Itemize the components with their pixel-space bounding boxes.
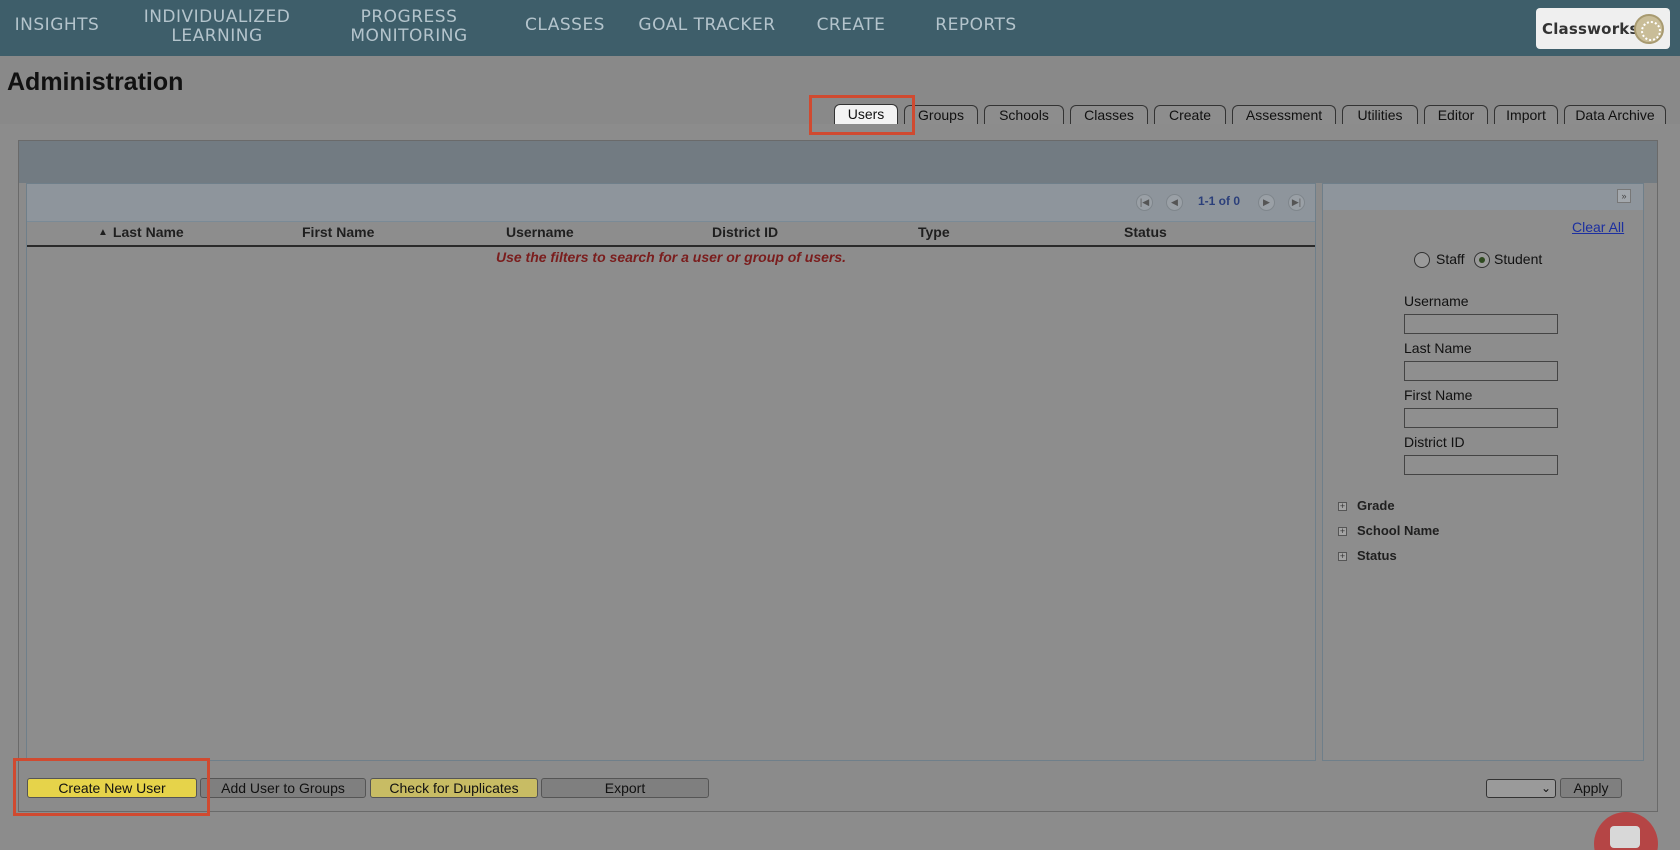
tab-import[interactable]: Import: [1494, 105, 1558, 125]
first-name-filter-input[interactable]: [1404, 408, 1558, 428]
tab-editor-label: Editor: [1437, 107, 1475, 123]
nav-insights-label: INSIGHTS: [14, 15, 100, 35]
clear-all-link[interactable]: Clear All: [1572, 219, 1624, 235]
column-status[interactable]: Status: [1124, 224, 1167, 240]
column-username[interactable]: Username: [506, 224, 574, 240]
first-page-icon[interactable]: |◀: [1136, 194, 1153, 211]
tab-classes[interactable]: Classes: [1070, 105, 1148, 125]
tab-classes-label: Classes: [1084, 107, 1134, 123]
create-user-highlight: [13, 758, 210, 816]
tab-assessment-label: Assessment: [1245, 107, 1323, 123]
district-id-filter-input[interactable]: [1404, 455, 1558, 475]
staff-radio-label: Staff: [1436, 251, 1465, 267]
brand-name: Classworks: [1542, 19, 1639, 38]
pager-text: 1-1 of 0: [1198, 194, 1241, 208]
column-first-name[interactable]: First Name: [302, 224, 374, 240]
tab-import-label: Import: [1506, 107, 1546, 123]
nav-insights[interactable]: INSIGHTS: [14, 16, 100, 35]
tab-assessment[interactable]: Assessment: [1232, 105, 1336, 125]
collapse-panel-icon[interactable]: »: [1617, 189, 1631, 203]
district-id-filter-label: District ID: [1404, 434, 1465, 450]
column-last-name-label: Last Name: [112, 224, 184, 240]
users-tab-highlight: [809, 95, 915, 135]
brand-button[interactable]: Classworks: [1536, 8, 1670, 49]
tab-create-label: Create: [1168, 107, 1212, 123]
tab-create[interactable]: Create: [1154, 105, 1226, 125]
grade-filter-label[interactable]: Grade: [1357, 498, 1395, 513]
school-name-expand-icon[interactable]: +: [1338, 527, 1347, 536]
username-filter-label: Username: [1404, 293, 1469, 309]
column-last-name[interactable]: ▲ Last Name: [98, 224, 184, 240]
username-filter-input[interactable]: [1404, 314, 1558, 334]
first-name-filter-label: First Name: [1404, 387, 1473, 403]
nav-classes[interactable]: CLASSES: [520, 16, 610, 35]
nav-individualized-learning-line1: INDIVIDUALIZED: [143, 7, 291, 27]
column-type[interactable]: Type: [918, 224, 950, 240]
users-grid: [26, 183, 1316, 761]
previous-page-icon[interactable]: ◀: [1166, 194, 1183, 211]
top-navigation: INSIGHTS INDIVIDUALIZED LEARNING PROGRES…: [0, 0, 1680, 56]
next-page-icon[interactable]: ▶: [1258, 194, 1275, 211]
tab-groups[interactable]: Groups: [904, 105, 978, 125]
nav-progress-monitoring[interactable]: PROGRESS MONITORING: [340, 8, 478, 46]
chat-icon: [1610, 826, 1640, 848]
tab-utilities[interactable]: Utilities: [1342, 105, 1418, 125]
nav-create-label: CREATE: [816, 15, 886, 35]
last-name-filter-input[interactable]: [1404, 361, 1558, 381]
column-header-divider: [27, 245, 1315, 247]
staff-radio[interactable]: [1414, 252, 1430, 268]
empty-grid-message: Use the filters to search for a user or …: [495, 249, 847, 265]
bulk-action-select[interactable]: ⌄: [1486, 779, 1556, 798]
student-radio-label: Student: [1494, 251, 1543, 267]
last-page-icon[interactable]: ▶|: [1288, 194, 1305, 211]
page-title: Administration: [7, 68, 184, 96]
nav-individualized-learning[interactable]: INDIVIDUALIZED LEARNING: [136, 8, 298, 46]
filter-panel-header: [1323, 184, 1643, 210]
nav-classes-label: CLASSES: [525, 15, 605, 35]
column-district-id[interactable]: District ID: [712, 224, 778, 240]
panel-header-bar: [19, 141, 1657, 183]
student-radio[interactable]: [1474, 252, 1490, 268]
tab-schools-label: Schools: [999, 107, 1049, 123]
tab-groups-label: Groups: [918, 107, 964, 123]
nav-goal-tracker[interactable]: GOAL TRACKER: [634, 16, 780, 35]
grid-toolbar: [27, 184, 1315, 222]
tab-data-archive-label: Data Archive: [1575, 107, 1655, 123]
nav-reports-label: REPORTS: [935, 15, 1017, 35]
nav-progress-monitoring-line1: PROGRESS: [360, 7, 458, 27]
nav-reports[interactable]: REPORTS: [930, 16, 1022, 35]
sort-ascending-icon: ▲: [98, 227, 108, 238]
chevron-down-icon: ⌄: [1540, 781, 1551, 795]
nav-create[interactable]: CREATE: [810, 16, 892, 35]
nav-goal-tracker-label: GOAL TRACKER: [638, 15, 776, 35]
grade-expand-icon[interactable]: +: [1338, 502, 1347, 511]
tab-data-archive[interactable]: Data Archive: [1564, 105, 1666, 125]
tab-schools[interactable]: Schools: [984, 105, 1064, 125]
apply-button[interactable]: Apply: [1560, 778, 1622, 798]
tab-utilities-label: Utilities: [1357, 107, 1403, 123]
tab-editor[interactable]: Editor: [1424, 105, 1488, 125]
check-for-duplicates-button[interactable]: Check for Duplicates: [370, 778, 538, 798]
classworks-logo-icon: [1634, 14, 1664, 44]
status-filter-label[interactable]: Status: [1357, 548, 1397, 563]
add-user-to-groups-button[interactable]: Add User to Groups: [200, 778, 366, 798]
last-name-filter-label: Last Name: [1404, 340, 1472, 356]
export-button[interactable]: Export: [541, 778, 709, 798]
school-name-filter-label[interactable]: School Name: [1357, 523, 1439, 538]
nav-progress-monitoring-line2: MONITORING: [350, 26, 468, 46]
status-expand-icon[interactable]: +: [1338, 552, 1347, 561]
nav-individualized-learning-line2: LEARNING: [171, 26, 263, 46]
